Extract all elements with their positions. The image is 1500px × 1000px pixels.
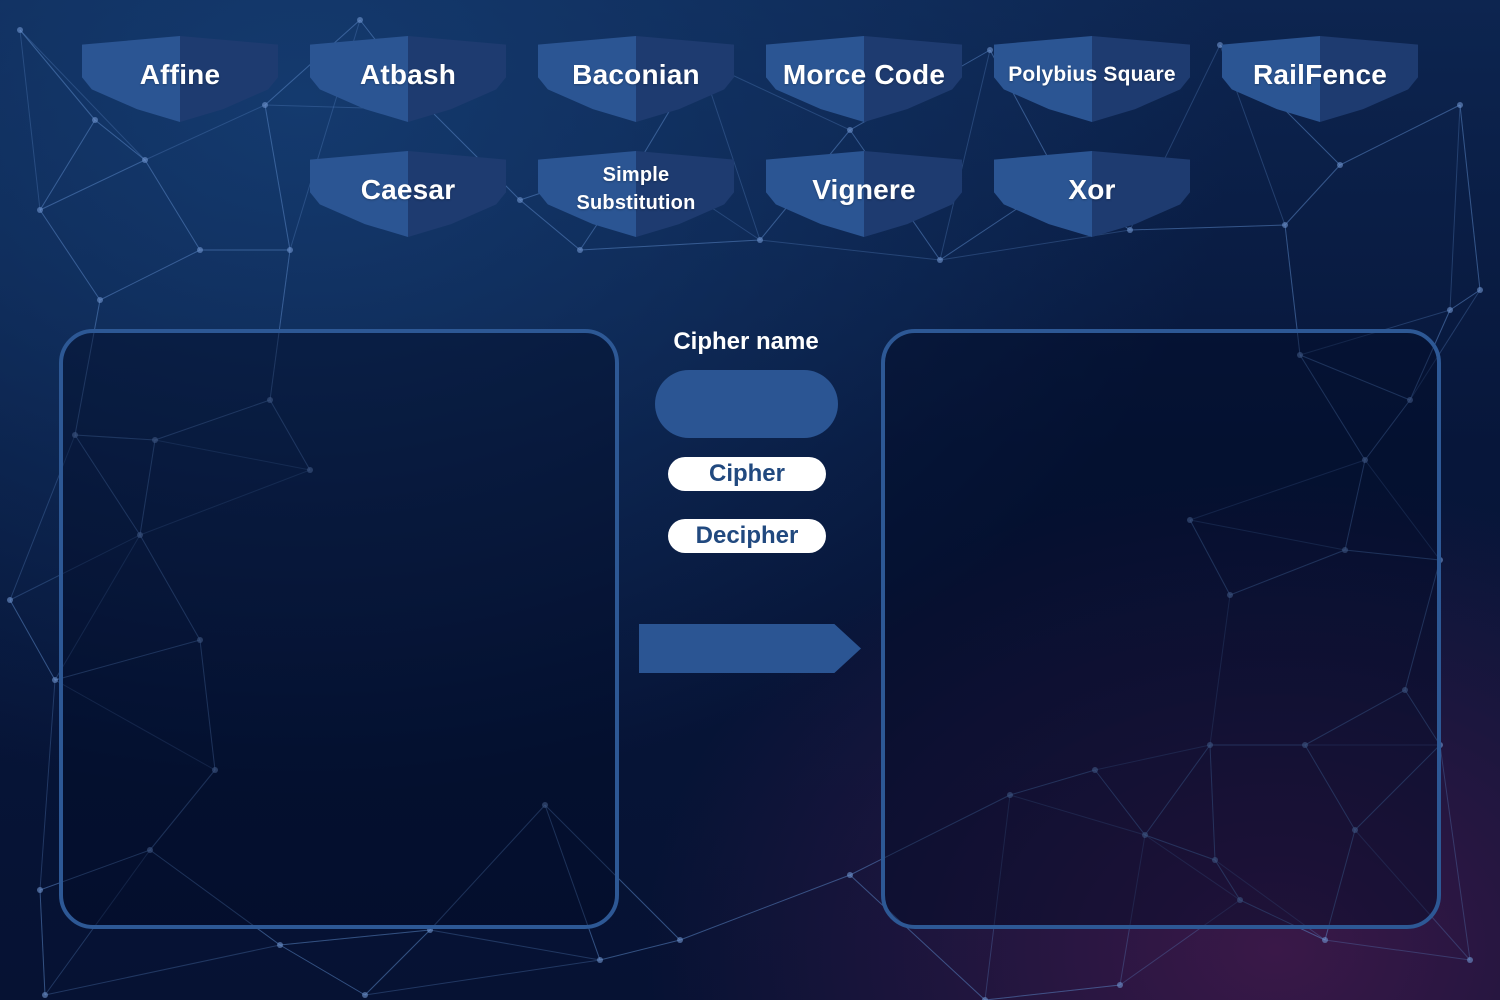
- network-line: [364, 959, 601, 996]
- network-line: [19, 29, 41, 211]
- network-node: [1477, 287, 1483, 293]
- network-line: [99, 249, 201, 301]
- network-node: [42, 992, 48, 998]
- simple-substitution-button-label: Simple Substitution: [576, 164, 696, 214]
- network-node: [92, 117, 98, 123]
- network-node: [1337, 162, 1343, 168]
- network-line: [579, 239, 761, 251]
- network-line: [1129, 224, 1286, 231]
- network-node: [362, 992, 368, 998]
- network-node: [17, 27, 23, 33]
- railfence-button-label: RailFence: [1252, 59, 1388, 90]
- cipher-name-label: Cipher name: [673, 328, 819, 355]
- output-text-panel: [881, 329, 1441, 929]
- network-line: [39, 679, 56, 891]
- network-node: [277, 942, 283, 948]
- network-line: [759, 239, 941, 261]
- network-line: [599, 939, 681, 961]
- network-node: [287, 247, 293, 253]
- network-node: [197, 247, 203, 253]
- network-node: [52, 677, 58, 683]
- atbash-button-label: Atbash: [359, 59, 457, 90]
- cipher-name-field[interactable]: [655, 370, 838, 438]
- affine-button-label: Affine: [139, 59, 221, 90]
- network-node: [1127, 227, 1133, 233]
- network-line: [364, 929, 431, 996]
- network-node: [1467, 957, 1473, 963]
- network-line: [1284, 164, 1341, 226]
- network-line: [679, 874, 851, 941]
- network-node: [937, 257, 943, 263]
- network-line: [39, 209, 101, 301]
- network-node: [987, 47, 993, 53]
- network-node: [1457, 102, 1463, 108]
- network-node: [757, 237, 763, 243]
- baconian-button-label: Baconian: [572, 59, 700, 90]
- network-line: [39, 889, 46, 996]
- network-node: [262, 102, 268, 108]
- network-line: [264, 104, 291, 251]
- network-node: [97, 297, 103, 303]
- network-node: [847, 127, 853, 133]
- network-line: [144, 159, 201, 251]
- vignere-button-label: Vignere: [812, 174, 916, 205]
- network-line: [44, 944, 281, 996]
- network-node: [517, 197, 523, 203]
- network-line: [279, 944, 366, 996]
- network-node: [37, 887, 43, 893]
- network-line: [279, 929, 431, 946]
- network-node: [1447, 307, 1453, 313]
- caesar-button-label: Caesar: [360, 174, 456, 205]
- network-line: [1459, 104, 1481, 291]
- network-line: [9, 599, 56, 681]
- network-line: [1324, 939, 1471, 961]
- polybius-square-button-label: Polybius Square: [1008, 63, 1176, 86]
- network-line: [939, 229, 1131, 261]
- network-node: [597, 957, 603, 963]
- network-line: [1439, 744, 1471, 961]
- network-node: [1117, 982, 1123, 988]
- network-node: [1282, 222, 1288, 228]
- network-line: [1339, 104, 1461, 166]
- decipher-button[interactable]: Decipher: [668, 519, 826, 553]
- xor-button-label: Xor: [1068, 174, 1116, 205]
- network-line: [1449, 104, 1461, 311]
- network-node: [7, 597, 13, 603]
- network-node: [847, 872, 853, 878]
- morce-code-button-label: Morce Code: [782, 59, 946, 90]
- arrow-right-icon: [639, 624, 861, 673]
- input-text-panel[interactable]: [59, 329, 619, 929]
- network-node: [1322, 937, 1328, 943]
- network-node: [357, 17, 363, 23]
- network-node: [142, 157, 148, 163]
- network-line: [1449, 289, 1481, 311]
- cipher-button[interactable]: Cipher: [668, 457, 826, 491]
- network-node: [577, 247, 583, 253]
- network-line: [984, 984, 1121, 1000]
- network-line: [429, 929, 601, 961]
- network-line: [94, 119, 146, 161]
- network-node: [677, 937, 683, 943]
- network-node: [37, 207, 43, 213]
